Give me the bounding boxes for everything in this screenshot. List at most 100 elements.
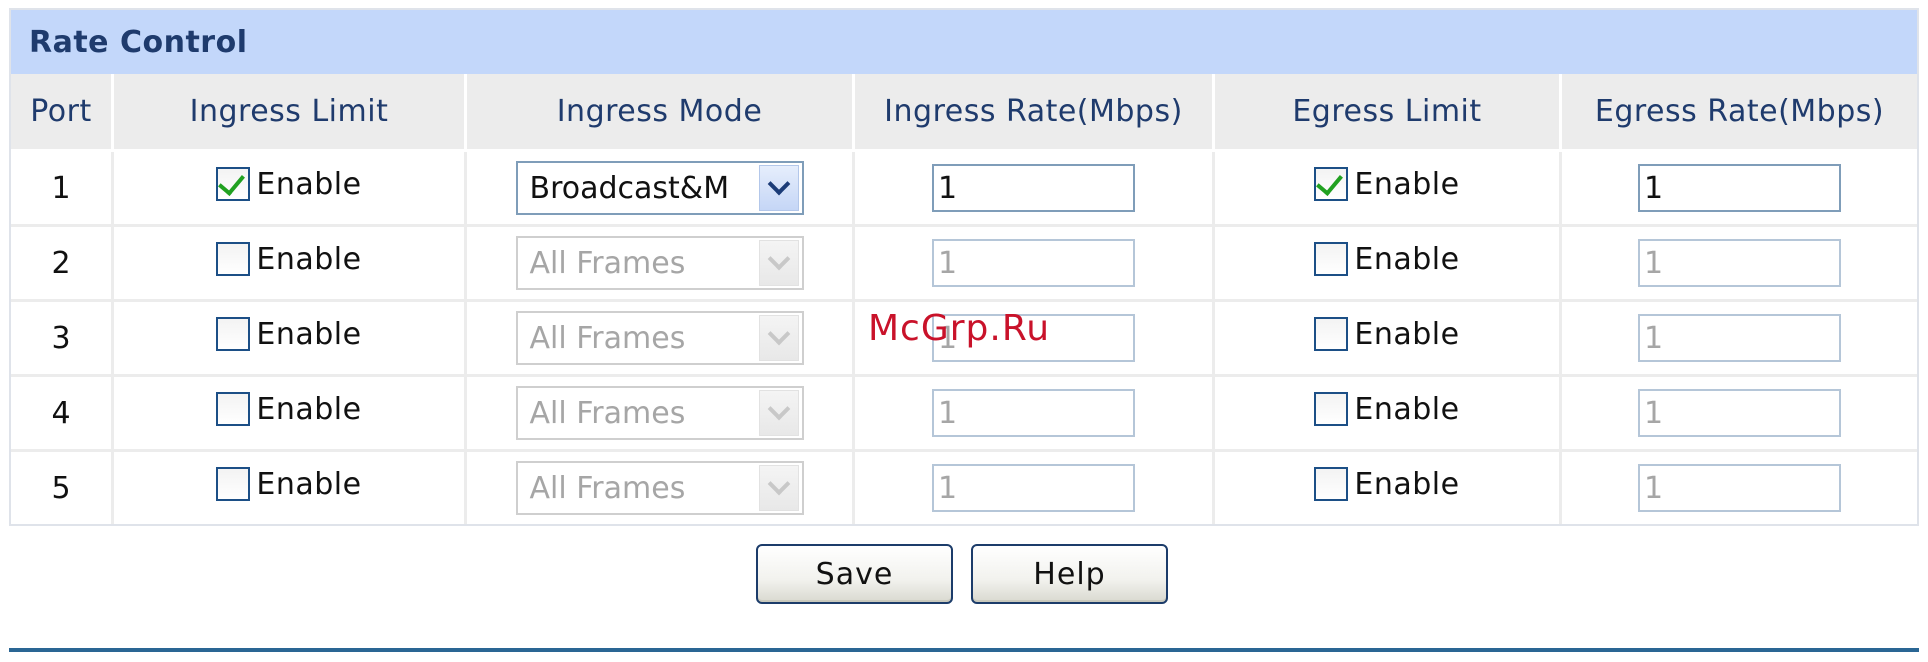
ingress-mode-value: All Frames xyxy=(529,395,686,431)
checkbox-box[interactable] xyxy=(216,317,251,352)
egress-rate-cell xyxy=(1562,152,1917,227)
checkbox-box[interactable] xyxy=(1314,392,1349,427)
enable-label: Enable xyxy=(1354,466,1460,502)
dropdown-button[interactable] xyxy=(758,240,799,286)
egress-rate-input[interactable] xyxy=(1638,239,1841,287)
ingress-limit-checkbox[interactable]: Enable xyxy=(216,317,361,352)
enable-label: Enable xyxy=(1354,166,1460,202)
ingress-mode-cell: Broadcast&M xyxy=(467,152,855,227)
ingress-limit-checkbox[interactable]: Enable xyxy=(216,467,361,502)
column-header-ingress-mode: Ingress Mode xyxy=(467,74,855,152)
bottom-divider xyxy=(9,648,1919,652)
ingress-mode-value: All Frames xyxy=(529,320,686,356)
rate-control-panel: Rate Control Port Ingress Limit Ingress … xyxy=(9,8,1919,526)
chevron-down-icon xyxy=(767,172,790,196)
enable-label: Enable xyxy=(256,391,362,427)
save-button[interactable]: Save xyxy=(756,544,953,604)
enable-label: Enable xyxy=(256,241,362,277)
checkbox-box[interactable] xyxy=(216,242,251,277)
enable-label: Enable xyxy=(1354,316,1460,352)
checkbox-box[interactable] xyxy=(1314,167,1349,202)
enable-label: Enable xyxy=(256,166,362,202)
check-icon xyxy=(218,168,246,197)
table-row: 4 Enable All Frames Enable xyxy=(11,377,1917,452)
dropdown-button[interactable] xyxy=(758,165,799,211)
egress-rate-cell xyxy=(1562,302,1917,377)
ingress-mode-cell: All Frames xyxy=(467,377,855,452)
egress-limit-checkbox[interactable]: Enable xyxy=(1314,167,1459,202)
ingress-mode-cell: All Frames xyxy=(467,452,855,524)
table-row: 1 Enable Broadcast&M Enable xyxy=(11,152,1917,227)
enable-label: Enable xyxy=(1354,391,1460,427)
chevron-down-icon xyxy=(767,322,790,346)
ingress-limit-cell: Enable xyxy=(114,377,467,452)
dropdown-button[interactable] xyxy=(758,315,799,361)
ingress-limit-checkbox[interactable]: Enable xyxy=(216,392,361,427)
egress-limit-checkbox[interactable]: Enable xyxy=(1314,467,1459,502)
egress-limit-cell: Enable xyxy=(1215,377,1562,452)
table-row: 5 Enable All Frames Enable xyxy=(11,452,1917,524)
egress-limit-checkbox[interactable]: Enable xyxy=(1314,392,1459,427)
ingress-mode-select[interactable]: All Frames xyxy=(515,461,804,515)
ingress-rate-cell xyxy=(855,227,1215,302)
egress-rate-input[interactable] xyxy=(1638,164,1841,212)
egress-limit-cell: Enable xyxy=(1215,227,1562,302)
ingress-rate-cell xyxy=(855,152,1215,227)
dropdown-button[interactable] xyxy=(758,465,799,511)
port-number: 3 xyxy=(11,302,114,377)
port-number: 5 xyxy=(11,452,114,524)
ingress-rate-input[interactable] xyxy=(932,464,1135,512)
enable-label: Enable xyxy=(1354,241,1460,277)
ingress-mode-value: Broadcast&M xyxy=(529,170,730,206)
checkbox-box[interactable] xyxy=(1314,467,1349,502)
table-header-row: Port Ingress Limit Ingress Mode Ingress … xyxy=(11,74,1917,152)
chevron-down-icon xyxy=(767,472,790,496)
ingress-limit-cell: Enable xyxy=(114,227,467,302)
port-number: 4 xyxy=(11,377,114,452)
ingress-mode-value: All Frames xyxy=(529,245,686,281)
egress-limit-checkbox[interactable]: Enable xyxy=(1314,242,1459,277)
egress-rate-cell xyxy=(1562,452,1917,524)
column-header-egress-limit: Egress Limit xyxy=(1215,74,1562,152)
ingress-limit-cell: Enable xyxy=(114,152,467,227)
ingress-mode-select[interactable]: All Frames xyxy=(515,311,804,365)
port-number: 1 xyxy=(11,152,114,227)
ingress-rate-input[interactable] xyxy=(932,389,1135,437)
ingress-rate-input[interactable] xyxy=(932,164,1135,212)
ingress-rate-input[interactable] xyxy=(932,239,1135,287)
egress-rate-input[interactable] xyxy=(1638,389,1841,437)
egress-rate-input[interactable] xyxy=(1638,314,1841,362)
column-header-ingress-rate: Ingress Rate(Mbps) xyxy=(855,74,1215,152)
chevron-down-icon xyxy=(767,247,790,271)
ingress-mode-value: All Frames xyxy=(529,470,686,506)
chevron-down-icon xyxy=(767,397,790,421)
ingress-limit-cell: Enable xyxy=(114,452,467,524)
column-header-egress-rate: Egress Rate(Mbps) xyxy=(1562,74,1917,152)
enable-label: Enable xyxy=(256,316,362,352)
ingress-mode-select[interactable]: All Frames xyxy=(515,386,804,440)
ingress-limit-checkbox[interactable]: Enable xyxy=(216,242,361,277)
egress-rate-input[interactable] xyxy=(1638,464,1841,512)
egress-limit-checkbox[interactable]: Enable xyxy=(1314,317,1459,352)
egress-rate-cell xyxy=(1562,377,1917,452)
ingress-mode-select[interactable]: All Frames xyxy=(515,236,804,290)
ingress-rate-cell xyxy=(855,452,1215,524)
ingress-mode-select[interactable]: Broadcast&M xyxy=(515,161,804,215)
panel-title: Rate Control xyxy=(11,10,1917,74)
checkbox-box[interactable] xyxy=(216,467,251,502)
table-row: 2 Enable All Frames Enable xyxy=(11,227,1917,302)
checkbox-box[interactable] xyxy=(1314,317,1349,352)
port-number: 2 xyxy=(11,227,114,302)
help-button[interactable]: Help xyxy=(971,544,1168,604)
dropdown-button[interactable] xyxy=(758,390,799,436)
checkbox-box[interactable] xyxy=(1314,242,1349,277)
checkbox-box[interactable] xyxy=(216,392,251,427)
ingress-limit-cell: Enable xyxy=(114,302,467,377)
ingress-limit-checkbox[interactable]: Enable xyxy=(216,167,361,202)
egress-limit-cell: Enable xyxy=(1215,452,1562,524)
button-bar: Save Help xyxy=(756,544,1168,604)
checkbox-box[interactable] xyxy=(216,167,251,202)
egress-limit-cell: Enable xyxy=(1215,152,1562,227)
ingress-mode-cell: All Frames xyxy=(467,302,855,377)
enable-label: Enable xyxy=(256,466,362,502)
